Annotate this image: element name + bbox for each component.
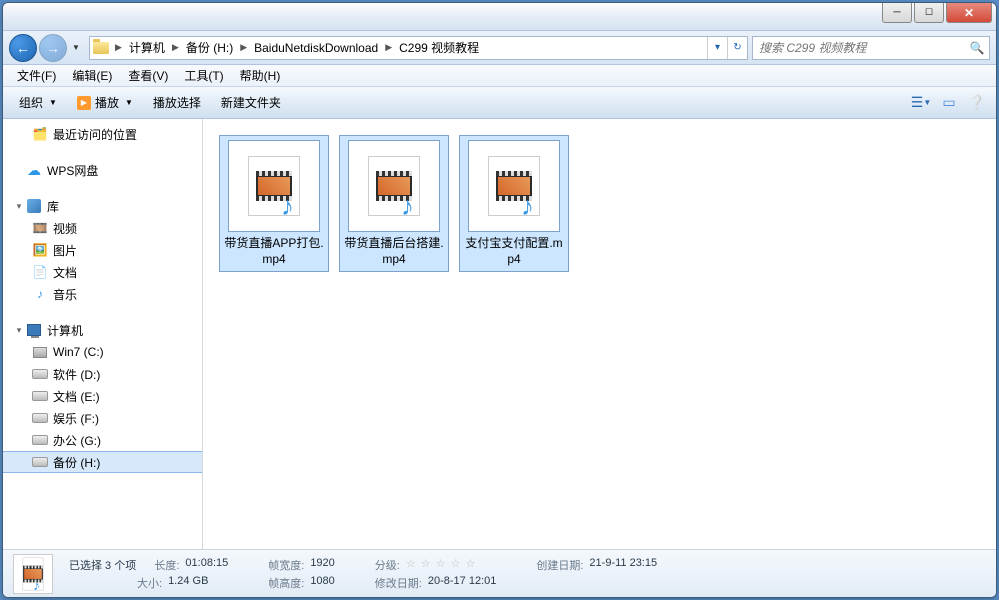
menu-tools[interactable]: 工具(T) xyxy=(176,65,231,86)
computer-icon xyxy=(25,322,43,338)
body: 🗂️最近访问的位置 ☁WPS网盘 ▾库 🎞️视频 🖼️图片 📄文档 ♪音乐 ▾计… xyxy=(3,119,996,549)
play-icon: ▶ xyxy=(77,96,91,110)
status-selected: 已选择 3 个项 xyxy=(69,557,136,573)
chevron-down-icon: ▼ xyxy=(125,98,133,107)
sidebar-pictures[interactable]: 🖼️图片 xyxy=(3,239,202,261)
video-thumbnail: ♪ xyxy=(348,140,440,232)
forward-button[interactable]: → xyxy=(39,34,67,62)
history-dropdown[interactable]: ▼ xyxy=(69,36,83,60)
bc-folder1[interactable]: BaiduNetdiskDownload xyxy=(250,37,382,59)
sidebar-wps[interactable]: ☁WPS网盘 xyxy=(3,159,202,181)
file-item[interactable]: ♪ 带货直播APP打包.mp4 xyxy=(219,135,329,272)
titlebar: ─ ☐ ✕ xyxy=(3,3,996,31)
back-button[interactable]: ← xyxy=(9,34,37,62)
menu-edit[interactable]: 编辑(E) xyxy=(64,65,120,86)
menubar: 文件(F) 编辑(E) 查看(V) 工具(T) 帮助(H) xyxy=(3,65,996,87)
file-pane[interactable]: ♪ 带货直播APP打包.mp4 ♪ 带货直播后台搭建.mp4 ♪ 支付宝支付配置… xyxy=(203,119,996,549)
collapse-icon[interactable]: ▾ xyxy=(13,201,25,212)
view-button[interactable]: ☰ ▼ xyxy=(908,92,934,114)
status-thumbnail: ♪ xyxy=(13,554,53,594)
sidebar-drive-c[interactable]: Win7 (C:) xyxy=(3,341,202,363)
music-icon: ♪ xyxy=(31,286,49,302)
sidebar-computer[interactable]: ▾计算机 xyxy=(3,319,202,341)
chevron-down-icon: ▼ xyxy=(49,98,57,107)
file-item[interactable]: ♪ 带货直播后台搭建.mp4 xyxy=(339,135,449,272)
folder-icon xyxy=(90,38,112,58)
document-icon: 📄 xyxy=(31,264,49,280)
sidebar-documents[interactable]: 📄文档 xyxy=(3,261,202,283)
sidebar-music[interactable]: ♪音乐 xyxy=(3,283,202,305)
sidebar-drive-f[interactable]: 娱乐 (F:) xyxy=(3,407,202,429)
chevron-right-icon[interactable]: ▶ xyxy=(169,37,182,59)
menu-view[interactable]: 查看(V) xyxy=(120,65,176,86)
menu-help[interactable]: 帮助(H) xyxy=(232,65,289,86)
menu-file[interactable]: 文件(F) xyxy=(9,65,64,86)
toolbar-right: ☰ ▼ ▭ ❔ xyxy=(908,92,990,114)
play-select-button[interactable]: 播放选择 xyxy=(143,90,211,115)
file-item[interactable]: ♪ 支付宝支付配置.mp4 xyxy=(459,135,569,272)
library-icon xyxy=(25,198,43,214)
video-thumbnail: ♪ xyxy=(228,140,320,232)
statusbar: ♪ 已选择 3 个项 长度:01:08:15 大小:1.24 GB 帧宽度:19… xyxy=(3,549,996,597)
chevron-right-icon[interactable]: ▶ xyxy=(112,37,125,59)
preview-pane-button[interactable]: ▭ xyxy=(936,92,962,114)
bc-drive[interactable]: 备份 (H:) xyxy=(182,37,237,59)
search-input[interactable] xyxy=(753,41,965,55)
close-button[interactable]: ✕ xyxy=(946,3,992,23)
file-name: 带货直播APP打包.mp4 xyxy=(224,236,324,267)
navbar: ← → ▼ ▶ 计算机 ▶ 备份 (H:) ▶ BaiduNetdiskDown… xyxy=(3,31,996,65)
drive-icon xyxy=(31,344,49,360)
bc-computer[interactable]: 计算机 xyxy=(125,37,169,59)
search-icon[interactable]: 🔍 xyxy=(965,41,989,55)
new-folder-button[interactable]: 新建文件夹 xyxy=(211,90,291,115)
search-box[interactable]: 🔍 xyxy=(752,36,990,60)
minimize-button[interactable]: ─ xyxy=(882,3,912,23)
breadcrumb[interactable]: ▶ 计算机 ▶ 备份 (H:) ▶ BaiduNetdiskDownload ▶… xyxy=(89,36,748,60)
help-button[interactable]: ❔ xyxy=(964,92,990,114)
file-name: 支付宝支付配置.mp4 xyxy=(464,236,564,267)
sidebar-drive-h[interactable]: 备份 (H:) xyxy=(3,451,202,473)
play-button[interactable]: ▶播放▼ xyxy=(67,90,143,115)
video-icon: 🎞️ xyxy=(31,220,49,236)
refresh-button[interactable]: ↻ xyxy=(727,37,747,59)
drive-icon xyxy=(31,454,49,470)
pictures-icon: 🖼️ xyxy=(31,242,49,258)
cloud-icon: ☁ xyxy=(25,162,43,178)
sidebar-drive-g[interactable]: 办公 (G:) xyxy=(3,429,202,451)
drive-icon xyxy=(31,366,49,382)
explorer-window: ─ ☐ ✕ ← → ▼ ▶ 计算机 ▶ 备份 (H:) ▶ BaiduNetdi… xyxy=(2,2,997,598)
sidebar-drive-e[interactable]: 文档 (E:) xyxy=(3,385,202,407)
chevron-right-icon[interactable]: ▶ xyxy=(237,37,250,59)
maximize-button[interactable]: ☐ xyxy=(914,3,944,23)
rating-stars[interactable]: ☆ ☆ ☆ ☆ ☆ xyxy=(406,557,477,573)
collapse-icon[interactable]: ▾ xyxy=(13,325,25,336)
drive-icon xyxy=(31,432,49,448)
sidebar-videos[interactable]: 🎞️视频 xyxy=(3,217,202,239)
toolbar: 组织▼ ▶播放▼ 播放选择 新建文件夹 ☰ ▼ ▭ ❔ xyxy=(3,87,996,119)
file-name: 带货直播后台搭建.mp4 xyxy=(344,236,444,267)
bc-folder2[interactable]: C299 视频教程 xyxy=(395,37,483,59)
video-thumbnail: ♪ xyxy=(468,140,560,232)
sidebar-library[interactable]: ▾库 xyxy=(3,195,202,217)
chevron-right-icon[interactable]: ▶ xyxy=(382,37,395,59)
sidebar-recent[interactable]: 🗂️最近访问的位置 xyxy=(3,123,202,145)
breadcrumb-dropdown[interactable]: ▾ xyxy=(707,37,727,59)
organize-button[interactable]: 组织▼ xyxy=(9,90,67,115)
recent-icon: 🗂️ xyxy=(31,126,49,142)
drive-icon xyxy=(31,388,49,404)
sidebar-drive-d[interactable]: 软件 (D:) xyxy=(3,363,202,385)
sidebar: 🗂️最近访问的位置 ☁WPS网盘 ▾库 🎞️视频 🖼️图片 📄文档 ♪音乐 ▾计… xyxy=(3,119,203,549)
drive-icon xyxy=(31,410,49,426)
